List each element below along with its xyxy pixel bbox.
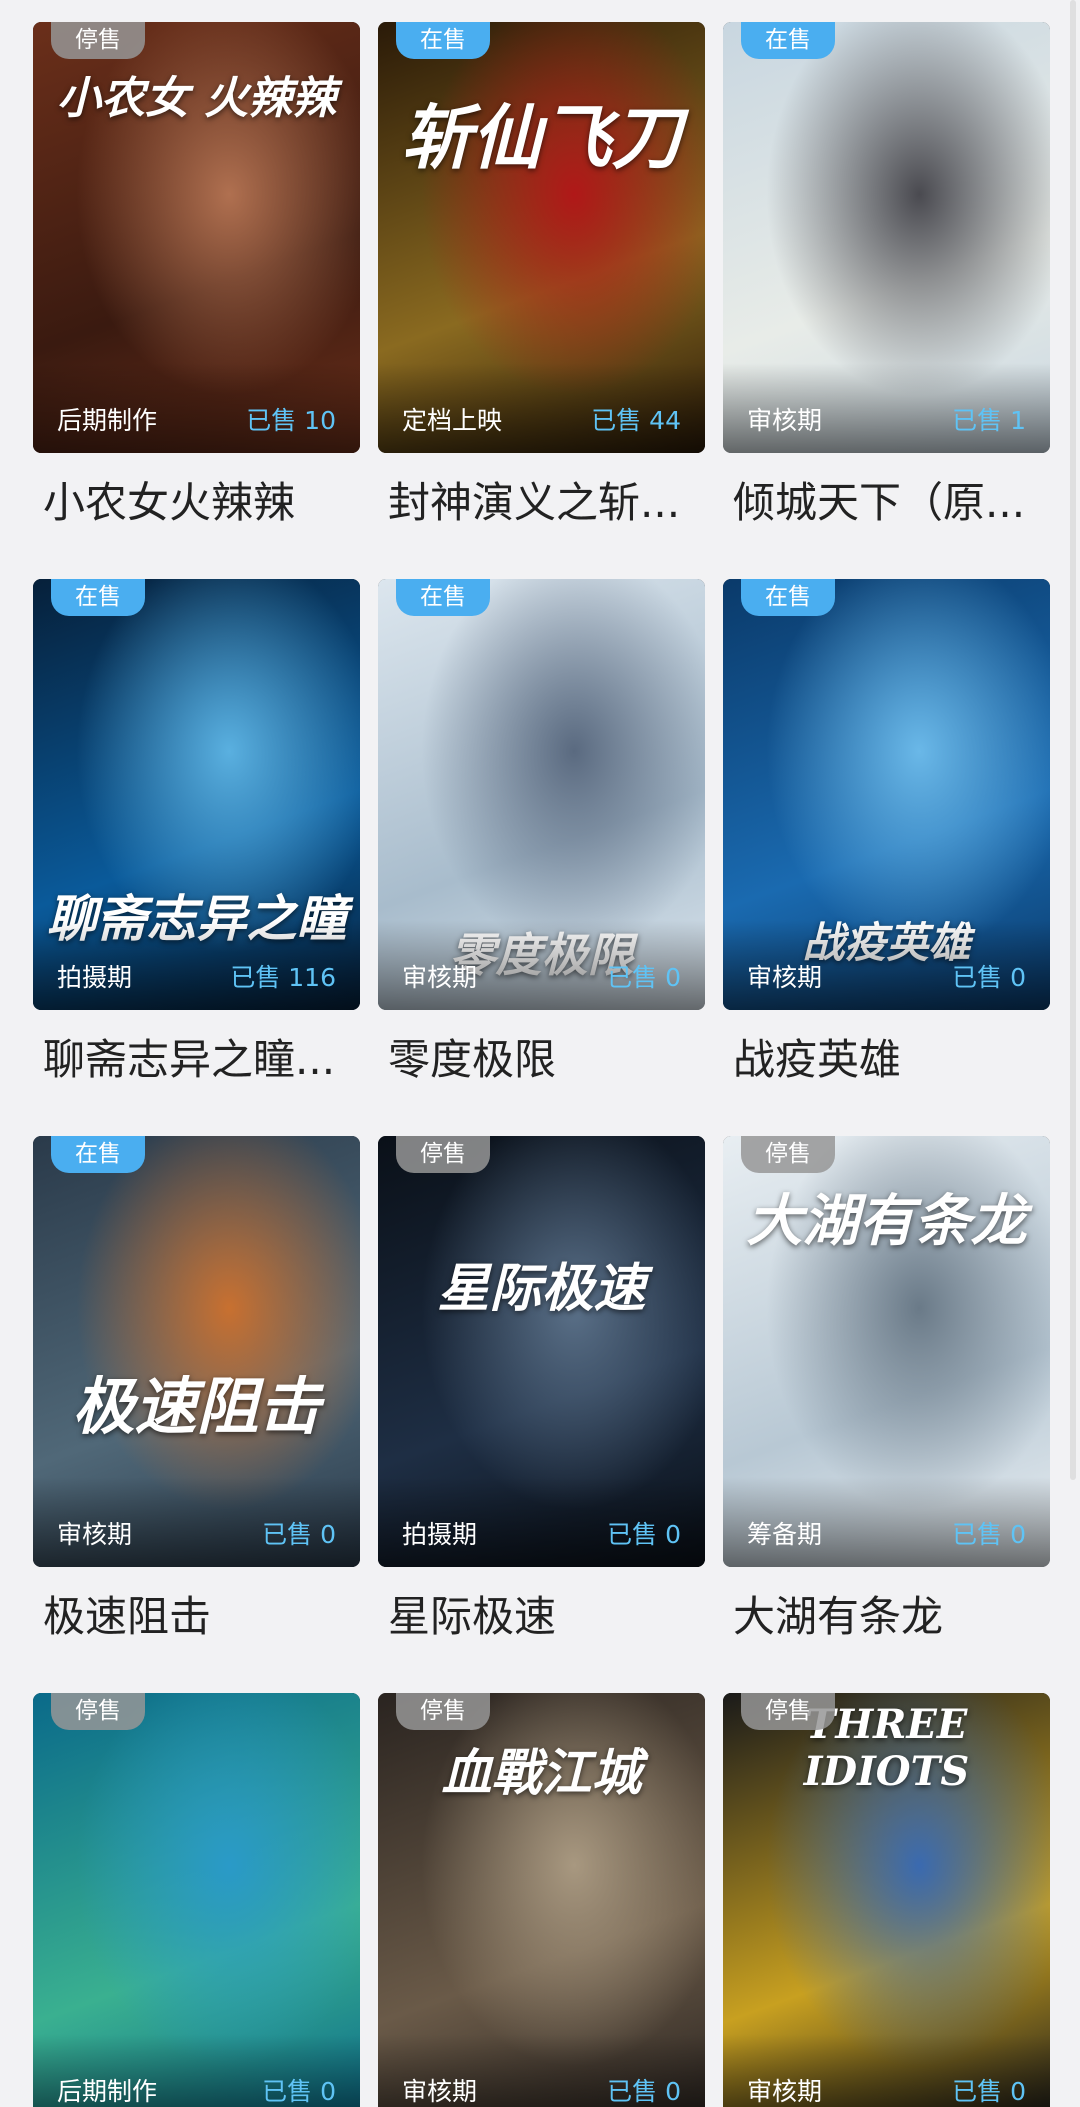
movie-poster[interactable]: 聊斋志异之瞳 在售 拍摄期 已售 116 bbox=[33, 579, 360, 1010]
scrollbar[interactable] bbox=[1070, 0, 1076, 1480]
movie-card-1[interactable]: 小农女 火辣辣 停售 后期制作 已售 10 小农女火辣辣 bbox=[33, 22, 360, 531]
sold-count-label: 已售 0 bbox=[262, 2077, 336, 2106]
movie-card-3[interactable]: 在售 审核期 已售 1 倾城天下（原... bbox=[723, 22, 1050, 531]
sale-status-badge: 在售 bbox=[51, 579, 145, 616]
sold-count-label: 已售 116 bbox=[230, 963, 336, 992]
poster-title-art: 斩仙飞刀 bbox=[401, 96, 682, 179]
movie-poster[interactable]: 战疫英雄 在售 审核期 已售 0 bbox=[723, 579, 1050, 1010]
movie-card-9[interactable]: 大湖有条龙 停售 筹备期 已售 0 大湖有条龙 bbox=[723, 1136, 1050, 1645]
sale-status-badge: 在售 bbox=[741, 579, 835, 616]
sale-status-badge: 停售 bbox=[396, 1136, 490, 1173]
sold-count-label: 已售 0 bbox=[952, 1520, 1026, 1549]
production-stage-label: 审核期 bbox=[747, 406, 823, 435]
movie-poster[interactable]: 在售 审核期 已售 1 bbox=[723, 22, 1050, 453]
sale-status-badge: 在售 bbox=[396, 22, 490, 59]
sold-count-label: 已售 0 bbox=[952, 2077, 1026, 2106]
production-stage-label: 后期制作 bbox=[57, 2077, 158, 2106]
sold-count-label: 已售 0 bbox=[262, 1520, 336, 1549]
movie-card-10[interactable]: 停售 后期制作 已售 0 bbox=[33, 1693, 360, 2107]
movie-poster[interactable]: 小农女 火辣辣 停售 后期制作 已售 10 bbox=[33, 22, 360, 453]
movie-title: 大湖有条龙 bbox=[733, 1592, 944, 1641]
movie-card-8[interactable]: 星际极速 停售 拍摄期 已售 0 星际极速 bbox=[378, 1136, 705, 1645]
movie-poster[interactable]: 星际极速 停售 拍摄期 已售 0 bbox=[378, 1136, 705, 1567]
movie-grid-page[interactable]: 小农女 火辣辣 停售 后期制作 已售 10 小农女火辣辣 斩仙飞刀 在售 定档上… bbox=[0, 0, 1080, 2107]
movie-card-6[interactable]: 战疫英雄 在售 审核期 已售 0 战疫英雄 bbox=[723, 579, 1050, 1088]
poster-title-art: 极速阻击 bbox=[72, 1370, 321, 1443]
movie-poster[interactable]: 极速阻击 在售 审核期 已售 0 bbox=[33, 1136, 360, 1567]
movie-poster[interactable]: 大湖有条龙 停售 筹备期 已售 0 bbox=[723, 1136, 1050, 1567]
production-stage-label: 拍摄期 bbox=[57, 963, 133, 992]
movie-title: 战疫英雄 bbox=[733, 1035, 902, 1084]
movie-title: 星际极速 bbox=[388, 1592, 557, 1641]
movie-title: 封神演义之斩... bbox=[388, 478, 681, 527]
sold-count-label: 已售 44 bbox=[591, 406, 681, 435]
movie-title: 零度极限 bbox=[388, 1035, 557, 1084]
movie-poster[interactable]: 斩仙飞刀 在售 定档上映 已售 44 bbox=[378, 22, 705, 453]
sale-status-badge: 在售 bbox=[51, 1136, 145, 1173]
sold-count-label: 已售 10 bbox=[246, 406, 336, 435]
movie-card-2[interactable]: 斩仙飞刀 在售 定档上映 已售 44 封神演义之斩... bbox=[378, 22, 705, 531]
production-stage-label: 审核期 bbox=[747, 963, 823, 992]
sale-status-badge: 在售 bbox=[396, 579, 490, 616]
sale-status-badge: 停售 bbox=[51, 22, 145, 59]
movie-card-12[interactable]: THREE IDIOTS 停售 审核期 已售 0 bbox=[723, 1693, 1050, 2107]
sold-count-label: 已售 0 bbox=[952, 963, 1026, 992]
movie-title: 聊斋志异之瞳... bbox=[43, 1035, 336, 1084]
production-stage-label: 审核期 bbox=[57, 1520, 133, 1549]
movie-card-7[interactable]: 极速阻击 在售 审核期 已售 0 极速阻击 bbox=[33, 1136, 360, 1645]
production-stage-label: 后期制作 bbox=[57, 406, 158, 435]
movie-poster[interactable]: 血戰江城 停售 审核期 已售 0 bbox=[378, 1693, 705, 2107]
sold-count-label: 已售 0 bbox=[607, 963, 681, 992]
sale-status-badge: 停售 bbox=[741, 1136, 835, 1173]
sold-count-label: 已售 0 bbox=[607, 1520, 681, 1549]
poster-title-art: 大湖有条龙 bbox=[746, 1188, 1027, 1254]
movie-poster[interactable]: THREE IDIOTS 停售 审核期 已售 0 bbox=[723, 1693, 1050, 2107]
production-stage-label: 拍摄期 bbox=[402, 1520, 478, 1549]
movie-title: 小农女火辣辣 bbox=[43, 478, 296, 527]
production-stage-label: 审核期 bbox=[747, 2077, 823, 2106]
movie-card-11[interactable]: 血戰江城 停售 审核期 已售 0 bbox=[378, 1693, 705, 2107]
movie-poster[interactable]: 停售 后期制作 已售 0 bbox=[33, 1693, 360, 2107]
movie-title: 倾城天下（原... bbox=[733, 478, 1026, 527]
movie-title: 极速阻击 bbox=[43, 1592, 212, 1641]
sold-count-label: 已售 1 bbox=[952, 406, 1026, 435]
sale-status-badge: 在售 bbox=[741, 22, 835, 59]
movie-card-5[interactable]: 零度极限 在售 审核期 已售 0 零度极限 bbox=[378, 579, 705, 1088]
sold-count-label: 已售 0 bbox=[607, 2077, 681, 2106]
production-stage-label: 审核期 bbox=[402, 963, 478, 992]
production-stage-label: 审核期 bbox=[402, 2077, 478, 2106]
production-stage-label: 筹备期 bbox=[747, 1520, 823, 1549]
movie-card-4[interactable]: 聊斋志异之瞳 在售 拍摄期 已售 116 聊斋志异之瞳... bbox=[33, 579, 360, 1088]
poster-title-art: 血戰江城 bbox=[441, 1743, 642, 1802]
movie-poster[interactable]: 零度极限 在售 审核期 已售 0 bbox=[378, 579, 705, 1010]
sale-status-badge: 停售 bbox=[51, 1693, 145, 1730]
poster-title-art: 小农女 火辣辣 bbox=[56, 73, 337, 124]
poster-title-art: 星际极速 bbox=[437, 1258, 646, 1319]
sale-status-badge: 停售 bbox=[396, 1693, 490, 1730]
production-stage-label: 定档上映 bbox=[402, 406, 503, 435]
sale-status-badge: 停售 bbox=[741, 1693, 835, 1730]
